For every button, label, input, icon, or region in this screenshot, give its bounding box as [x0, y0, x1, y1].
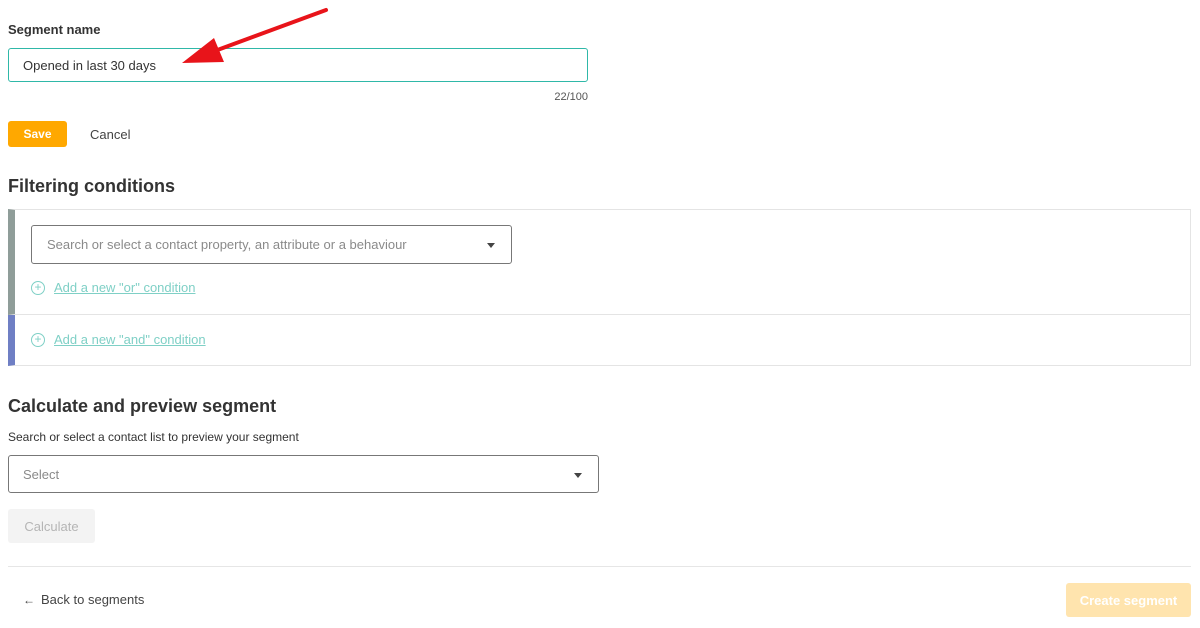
plus-circle-icon[interactable]: +	[31, 281, 45, 295]
segment-name-input[interactable]	[8, 48, 588, 82]
back-to-segments-link[interactable]: ← Back to segments	[23, 592, 144, 607]
char-counter: 22/100	[554, 91, 588, 103]
contact-list-select-placeholder: Select	[23, 467, 60, 482]
plus-circle-icon[interactable]: +	[31, 333, 45, 347]
add-or-condition-link[interactable]: Add a new "or" condition	[54, 280, 195, 295]
calculate-preview-heading: Calculate and preview segment	[8, 396, 277, 416]
add-and-condition-link[interactable]: Add a new "and" condition	[54, 332, 206, 347]
chevron-down-icon	[487, 243, 495, 248]
contact-list-select[interactable]: Select	[8, 455, 599, 493]
back-to-segments-label: Back to segments	[41, 592, 145, 607]
cancel-button[interactable]: Cancel	[82, 121, 138, 147]
save-button[interactable]: Save	[8, 121, 67, 147]
arrow-left-icon: ←	[23, 593, 35, 607]
chevron-down-icon	[574, 473, 582, 478]
footer-divider	[8, 566, 1191, 567]
calculate-button[interactable]: Calculate	[8, 509, 95, 543]
filtering-conditions-heading: Filtering conditions	[8, 176, 175, 196]
contact-list-label: Search or select a contact list to previ…	[8, 430, 299, 444]
segment-name-label: Segment name	[8, 22, 101, 37]
create-segment-button[interactable]: Create segment	[1066, 583, 1191, 617]
property-select-placeholder: Search or select a contact property, an …	[47, 237, 407, 252]
property-select[interactable]: Search or select a contact property, an …	[31, 225, 512, 264]
